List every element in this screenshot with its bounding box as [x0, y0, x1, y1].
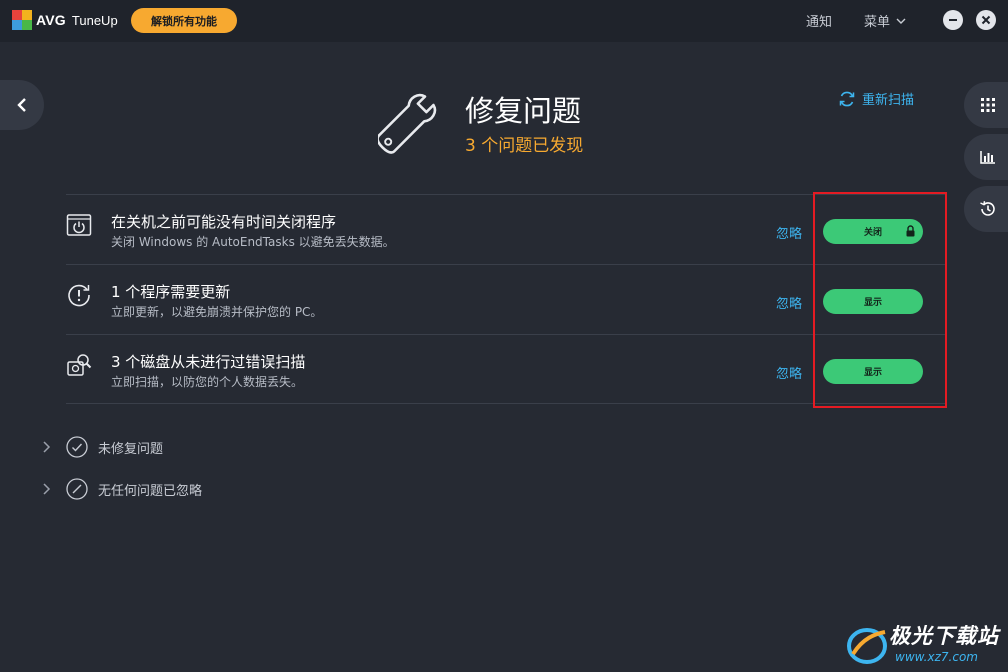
update-alert-icon	[68, 284, 90, 307]
minimize-button[interactable]	[943, 10, 963, 30]
apps-grid-button[interactable]	[964, 82, 1008, 128]
unfixed-issues-label: 未修复问题	[98, 441, 164, 457]
ignore-link[interactable]: 忽略	[776, 223, 802, 242]
issue-description: 立即扫描，以防您的个人数据丢失。	[111, 375, 304, 389]
unlock-all-features-button[interactable]: 解锁所有功能	[131, 8, 237, 33]
history-clock-icon	[980, 201, 995, 216]
avg-logo: AVG TuneUp	[12, 10, 118, 30]
avg-logo-icon	[12, 10, 32, 30]
bar-chart-icon	[980, 151, 995, 164]
disk-scan-icon	[67, 354, 92, 376]
history-button[interactable]	[964, 186, 1008, 232]
check-circle-icon	[66, 436, 88, 458]
back-button[interactable]	[0, 80, 44, 130]
watermark-text: 极光下载站	[889, 624, 999, 648]
issue-title: 3 个磁盘从未进行过错误扫描	[111, 353, 306, 371]
notifications-link[interactable]: 通知	[806, 11, 832, 30]
watermark-url: www.xz7.com	[895, 650, 978, 664]
refresh-icon	[839, 91, 855, 106]
chevron-down-icon	[896, 16, 906, 26]
close-button[interactable]	[976, 10, 996, 30]
title-bar: AVG TuneUp 解锁所有功能 通知 菜单	[0, 0, 1008, 42]
shutdown-timer-icon	[66, 214, 92, 236]
ignore-link[interactable]: 忽略	[776, 363, 802, 382]
product-name: TuneUp	[71, 12, 118, 28]
issue-title: 1 个程序需要更新	[111, 283, 231, 301]
chevron-left-icon	[17, 98, 26, 112]
menu-label: 菜单	[864, 15, 891, 30]
ignored-issues-section[interactable]: 无任何问题已忽略	[40, 478, 202, 500]
ignore-link[interactable]: 忽略	[776, 293, 802, 312]
minimize-icon	[949, 19, 957, 21]
issue-description: 立即更新，以避免崩溃并保护您的 PC。	[111, 305, 323, 319]
menu-dropdown[interactable]: 菜单	[864, 11, 906, 30]
issues-found-count: 3 个问题已发现	[465, 136, 584, 156]
chevron-right-icon	[43, 483, 51, 495]
close-icon	[981, 15, 991, 25]
issue-title: 在关机之前可能没有时间关闭程序	[111, 213, 337, 231]
watermark: 极光下载站 www.xz7.com	[845, 616, 1005, 670]
issue-description: 关闭 Windows 的 AutoEndTasks 以避免丢失数据。	[111, 235, 395, 249]
unfixed-issues-section[interactable]: 未修复问题	[40, 436, 163, 458]
ignored-circle-icon	[66, 478, 88, 500]
annotation-highlight-box	[813, 192, 947, 408]
stats-button[interactable]	[964, 134, 1008, 180]
grid-icon	[981, 98, 995, 112]
chevron-right-icon	[43, 441, 51, 453]
ignored-issues-label: 无任何问题已忽略	[98, 483, 203, 499]
page-title: 修复问题	[465, 94, 582, 128]
watermark-logo-icon	[847, 628, 887, 664]
rescan-link[interactable]: 重新扫描	[838, 89, 914, 108]
wrench-icon	[378, 93, 437, 154]
rescan-label: 重新扫描	[862, 93, 915, 108]
brand-name: AVG	[36, 12, 66, 28]
